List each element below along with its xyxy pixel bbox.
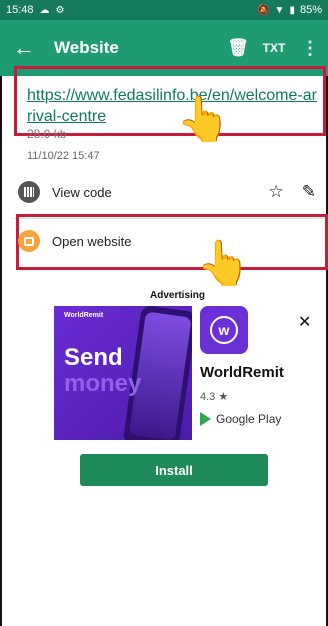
back-arrow-icon[interactable]: ← <box>0 35 48 61</box>
more-options-icon[interactable]: ⋮ <box>292 30 328 66</box>
wifi-icon: ▼ <box>274 4 285 16</box>
open-website-icon <box>18 230 40 252</box>
advertising-label: Advertising <box>150 290 206 301</box>
ad-card[interactable]: WorldRemit Send money w WorldRemit 4.3 ★… <box>54 306 290 500</box>
cloud-icon: ☁ <box>39 4 50 16</box>
google-play-icon <box>200 412 211 426</box>
star-icon[interactable]: ☆ <box>269 182 284 202</box>
barcode-icon <box>18 181 40 203</box>
worldremit-logo: w <box>200 306 248 354</box>
ad-app-name: WorldRemit <box>200 364 284 381</box>
battery-icon: ▮ <box>289 4 295 16</box>
export-txt-button[interactable]: TXT <box>256 30 292 66</box>
google-play-badge: Google Play <box>200 412 281 426</box>
delete-icon[interactable]: 🗑 <box>220 30 256 66</box>
ad-headline-money: money <box>64 370 142 397</box>
close-ad-icon[interactable]: ✕ <box>298 312 311 332</box>
view-code-row[interactable]: View code ☆ ✎ <box>18 175 322 209</box>
vpn-icon: ⚙ <box>55 4 65 16</box>
url-link[interactable]: https://www.fedasilinfo.be/en/welcome-ar… <box>27 85 317 127</box>
install-button[interactable]: Install <box>80 454 268 486</box>
status-bar: 15:48 ☁ ⚙ 🔕 ▼ ▮ 85% <box>0 0 328 20</box>
ad-headline-send: Send <box>64 344 123 371</box>
mute-icon: 🔕 <box>257 4 270 16</box>
pointing-hand-icon: 👆 <box>196 239 251 288</box>
file-size: 28.0 kb <box>27 127 67 141</box>
pointing-hand-icon: 👆 <box>176 95 231 144</box>
ad-image[interactable]: WorldRemit Send money <box>54 306 192 440</box>
edit-pencil-icon[interactable]: ✎ <box>302 182 316 202</box>
clock: 15:48 <box>6 4 34 16</box>
battery-level: 85% <box>299 4 322 16</box>
open-website-label: Open website <box>52 233 132 249</box>
open-website-row[interactable]: Open website <box>18 224 322 258</box>
timestamp: 11/10/22 15:47 <box>27 150 100 162</box>
ad-rating: 4.3 ★ <box>200 391 229 403</box>
page-title: Website <box>54 38 119 57</box>
ad-brand: WorldRemit <box>64 312 104 319</box>
view-code-label: View code <box>52 184 112 200</box>
